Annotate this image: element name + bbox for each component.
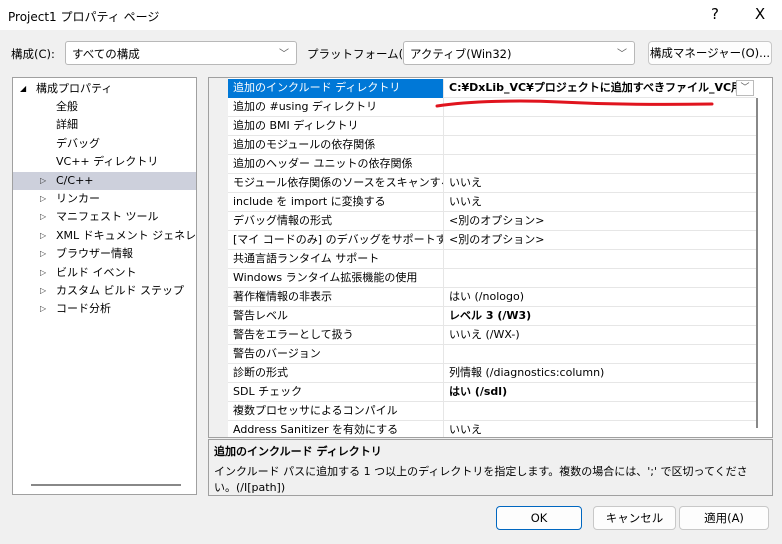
red-underline-annotation (435, 99, 714, 108)
